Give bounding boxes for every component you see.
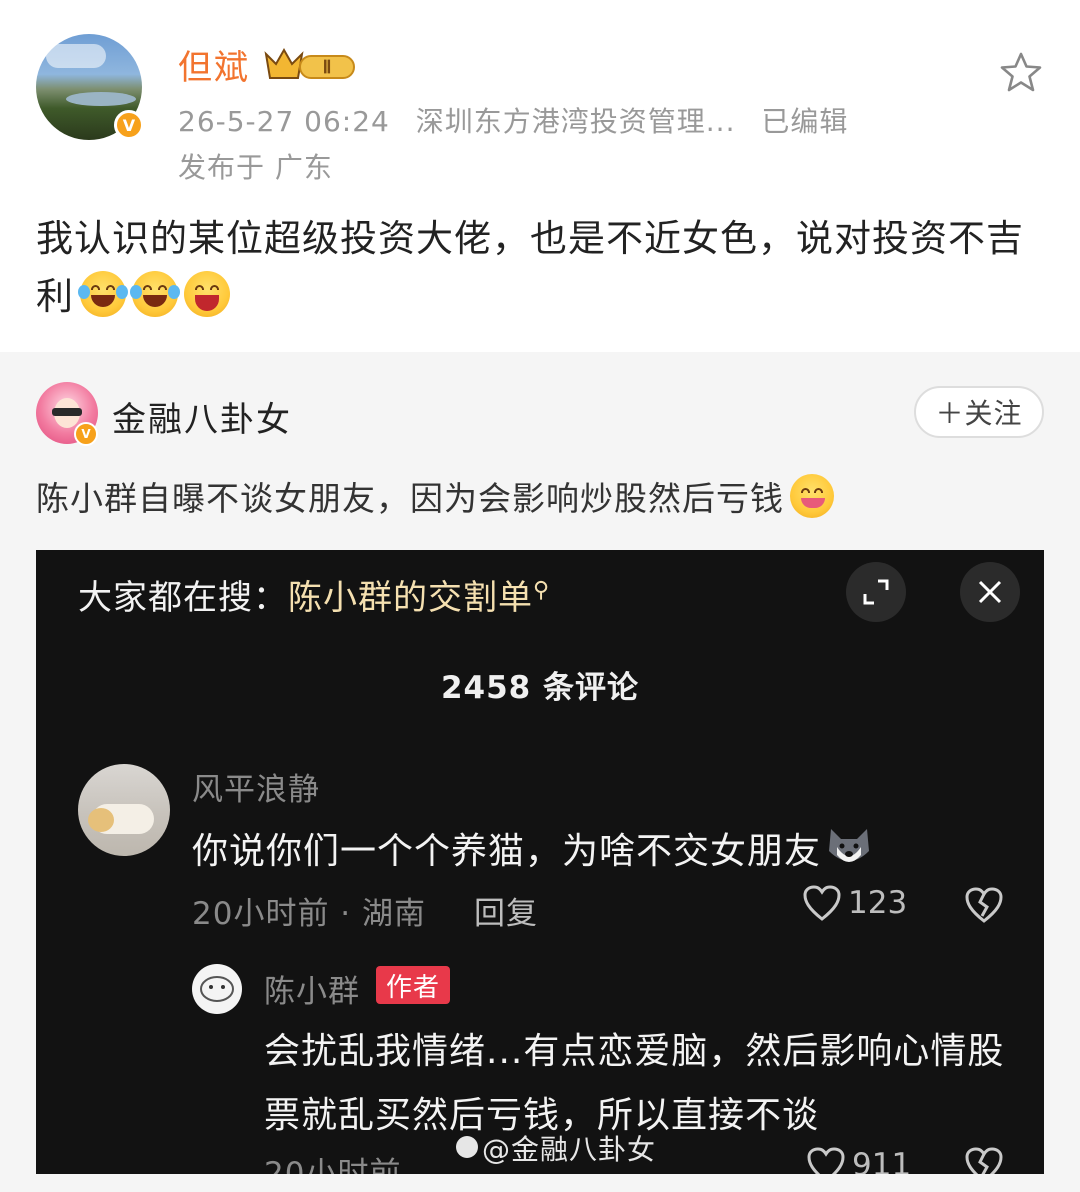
author-reply-meta: 20小时前 [264, 1156, 402, 1174]
like-button[interactable]: 911 [806, 1146, 911, 1174]
author-name[interactable]: 但斌 [178, 40, 250, 89]
broken-heart-icon[interactable] [964, 886, 1004, 924]
watermark: @金融八卦女 [482, 1133, 657, 1166]
star-icon[interactable] [998, 50, 1044, 94]
repost-body: 陈小群自曝不谈女朋友，因为会影响炒股然后亏钱 [36, 472, 834, 520]
heart-icon [803, 885, 841, 921]
like-count: 123 [848, 885, 908, 921]
edited-label[interactable]: 已编辑 [761, 105, 848, 138]
laugh-cry-icon [78, 271, 128, 317]
comment-text-content: 你说你们一个个养猫，为啥不交女朋友 [192, 831, 822, 872]
author-tag-badge: 作者 [376, 966, 451, 1004]
grin-sweat-icon [130, 271, 180, 317]
search-term[interactable]: 陈小群的交割单 [288, 578, 533, 618]
comment-count: 2458 条评论 [440, 670, 640, 706]
post-timestamp: 26-5-27 06:24 [178, 105, 390, 138]
embedded-screenshot[interactable]: 大家都在搜：陈小群的交割单⚲ 2458 条评论 风平浪静 你说你们一个个养猫，为… [36, 550, 1044, 1174]
vip-crown-badge-icon: Ⅱ [264, 47, 355, 79]
author-reply-avatar[interactable] [192, 964, 242, 1014]
like-count: 911 [852, 1147, 912, 1174]
post-location: 发布于 广东 [178, 151, 333, 184]
expand-icon [863, 579, 889, 605]
verified-badge-icon: V [114, 110, 144, 140]
broken-heart-icon[interactable] [964, 1146, 1004, 1174]
search-icon: ⚲ [533, 578, 551, 603]
avatar-lake [66, 92, 136, 106]
weibo-logo-icon [456, 1136, 478, 1158]
comment-text: 你说你们一个个养猫，为啥不交女朋友 [192, 822, 873, 874]
comment-meta: 20小时前 · 湖南 [192, 896, 427, 932]
follow-button[interactable]: ＋关注 [914, 386, 1044, 438]
laugh-icon [184, 271, 230, 317]
cartoon-avatar-icon [200, 976, 234, 1002]
commenter-name[interactable]: 风平浪静 [192, 764, 320, 809]
heart-icon [807, 1147, 845, 1174]
close-icon [978, 580, 1002, 604]
post-body: 我认识的某位超级投资大佬，也是不近女色，说对投资不吉利 [36, 210, 1046, 326]
expand-button[interactable] [846, 562, 906, 622]
repost-card[interactable]: V 金融八卦女 ＋关注 陈小群自曝不谈女朋友，因为会影响炒股然后亏钱 大家都在搜… [0, 352, 1080, 1192]
post-meta: 26-5-27 06:24 深圳东方港湾投资管理... 已编辑 [178, 100, 864, 140]
husky-icon [829, 829, 870, 862]
post-text: 我认识的某位超级投资大佬，也是不近女色，说对投资不吉利 [36, 217, 1024, 318]
weibo-post: V 但斌 Ⅱ 26-5-27 06:24 深圳东方港湾投资管理... 已编辑 发… [0, 0, 1080, 352]
verified-badge-icon: V [74, 422, 98, 446]
yum-icon [790, 474, 834, 518]
repost-author-name[interactable]: 金融八卦女 [112, 392, 292, 441]
commenter-avatar[interactable] [78, 764, 170, 856]
like-button[interactable]: 123 [802, 884, 907, 922]
repost-text: 陈小群自曝不谈女朋友，因为会影响炒股然后亏钱 [36, 479, 784, 518]
level-badge-label: Ⅱ [323, 57, 332, 77]
author-reply-name[interactable]: 陈小群 [264, 966, 360, 1011]
reply-button[interactable]: 回复 [474, 888, 538, 933]
search-prefix: 大家都在搜： [78, 578, 288, 618]
trending-search-bar[interactable]: 大家都在搜：陈小群的交割单⚲ [78, 570, 550, 619]
close-button[interactable] [960, 562, 1020, 622]
post-source[interactable]: 深圳东方港湾投资管理... [416, 105, 736, 138]
avatar-cloud [46, 44, 106, 68]
